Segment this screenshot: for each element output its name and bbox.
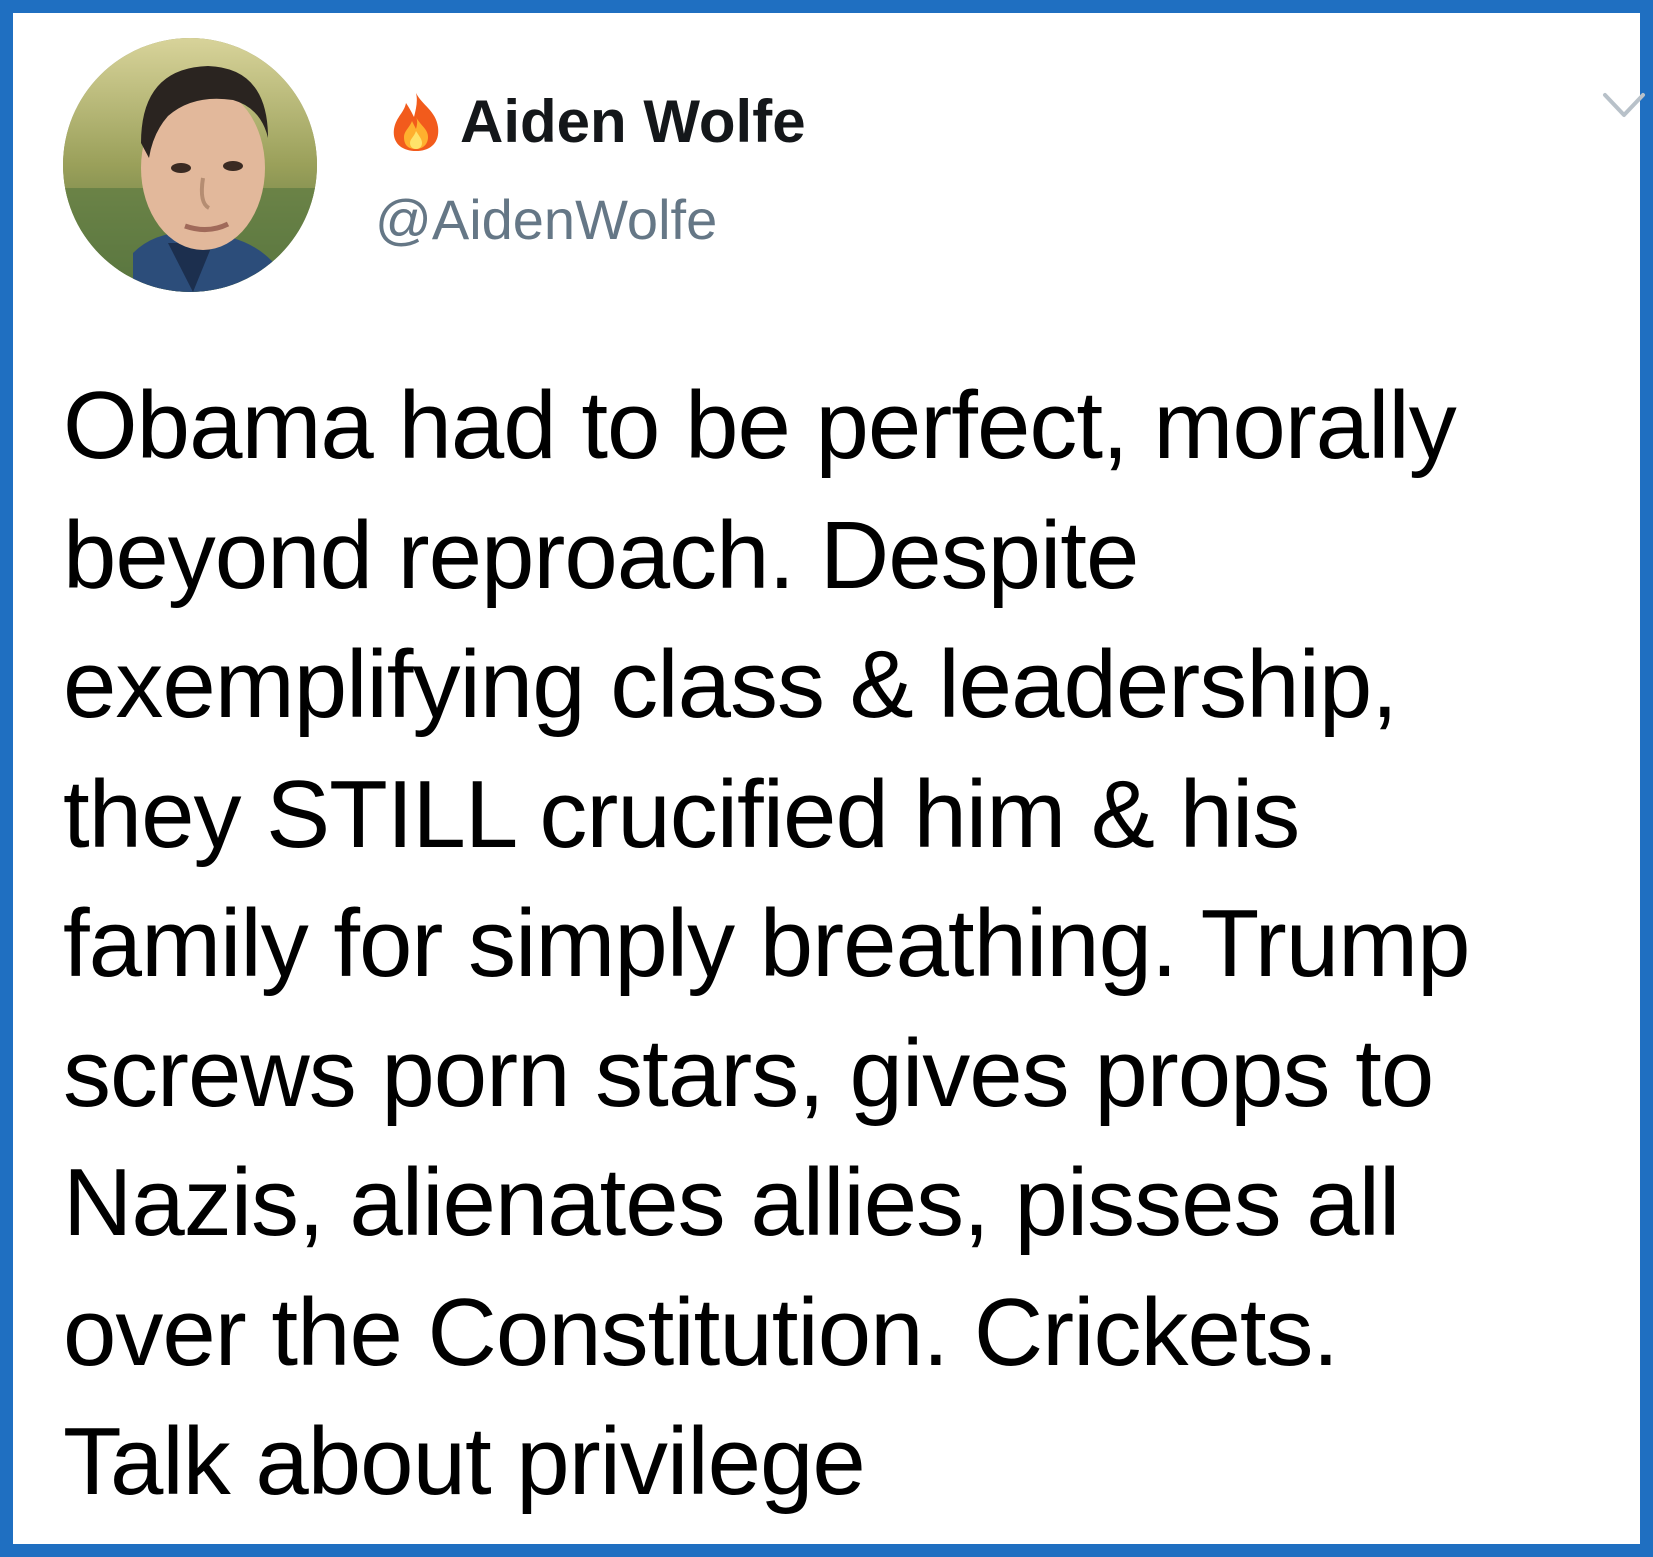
author-name-row[interactable]: Aiden Wolfe [388, 87, 806, 157]
tweet-text: Obama had to be perfect, morally beyond … [63, 361, 1648, 1527]
tweet-text-line: screws porn stars, gives props to [63, 1019, 1434, 1127]
fire-emoji-icon [388, 91, 444, 153]
tweet-text-line: Nazis, alienates allies, pisses all [63, 1149, 1400, 1256]
author-display-name[interactable]: Aiden Wolfe [460, 87, 806, 157]
avatar[interactable] [63, 38, 317, 292]
tweet-card-frame: Aiden Wolfe @AidenWolfe Obama had to be … [0, 0, 1653, 1557]
author-handle[interactable]: @AidenWolfe [375, 185, 717, 255]
avatar-photo [63, 38, 317, 292]
tweet-text-line: Talk about privilege [63, 1408, 866, 1515]
tweet-text-line: Obama had to be perfect, morally [63, 372, 1457, 479]
tweet-text-line: exemplifying class & leadership, [63, 631, 1398, 738]
chevron-down-icon[interactable] [1601, 89, 1647, 123]
tweet-text-line: family for simply breathing. Trump [63, 890, 1470, 997]
tweet-text-line: over the Constitution. Crickets. [63, 1278, 1339, 1386]
tweet-text-line: beyond reproach. Despite [63, 501, 1139, 609]
tweet-text-line: they STILL crucified him & his [63, 760, 1300, 868]
